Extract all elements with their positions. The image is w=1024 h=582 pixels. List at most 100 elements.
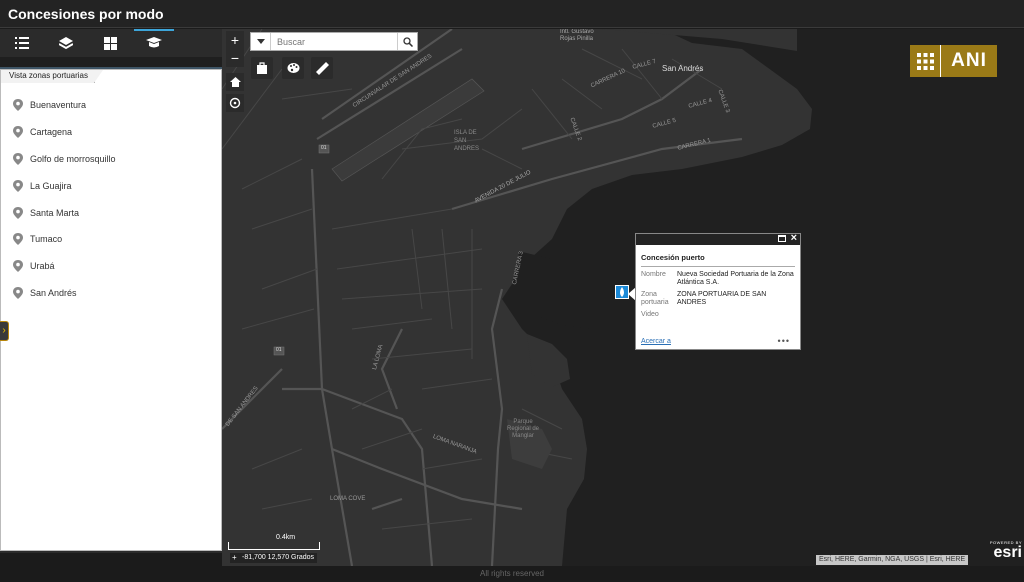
list-item-label: Santa Marta [30, 207, 80, 218]
list-item[interactable]: Santa Marta [1, 199, 221, 226]
map-attribution: Esri, HERE, Garmin, NGA, USGS | Esri, HE… [816, 555, 969, 565]
map-pin-icon [13, 206, 23, 219]
drop-icon [620, 287, 624, 297]
list-item[interactable]: Tumaco [1, 226, 221, 253]
home-button[interactable] [226, 73, 244, 91]
map-label-isla: ISLA DE SAN ANDRES [454, 130, 480, 152]
expand-handle[interactable]: › [0, 321, 9, 341]
route-shield-label: 01 [276, 347, 282, 353]
popup-header: × [636, 232, 800, 245]
popup-field-key: Zona portuaria [641, 291, 669, 306]
map-pin-icon [13, 179, 23, 192]
popup-fields: Nombre Nueva Sociedad Portuaria de la Zon… [636, 271, 800, 319]
search-widget [250, 32, 418, 51]
search-icon [402, 36, 413, 47]
list-item-label: Cartagena [30, 127, 73, 138]
draw-button[interactable] [282, 57, 304, 79]
map-view[interactable]: San Andrés Intl. Gustavo Rojas Pinilla I… [222, 29, 1024, 566]
scalebar [228, 542, 320, 550]
map-label-san-andres: San Andrés [662, 64, 704, 73]
coordinates-toggle-icon[interactable]: + [232, 553, 237, 562]
tab-legend[interactable] [0, 29, 44, 57]
tab-basemap[interactable] [88, 29, 132, 57]
zoom-in-button[interactable]: + [226, 31, 244, 49]
maximize-icon[interactable] [778, 235, 786, 242]
app-header: Concesiones por modo [0, 0, 1024, 28]
list-icon [15, 37, 29, 49]
map-pin-icon [13, 260, 23, 273]
palette-icon [287, 63, 299, 73]
zone-list: Buenaventura Cartagena Golfo de morrosquil… [1, 92, 221, 306]
esri-logo: POWERED BY esri [982, 540, 1022, 564]
ani-logo-text: ANI [941, 45, 997, 77]
list-item[interactable]: San Andrés [1, 280, 221, 307]
measure-button[interactable] [311, 57, 333, 79]
grid-icon [103, 36, 117, 50]
graduation-cap-icon [146, 37, 162, 48]
search-button[interactable] [397, 33, 417, 50]
list-item[interactable]: Buenaventura [1, 92, 221, 119]
popup-field-value [677, 311, 795, 319]
search-input[interactable] [271, 33, 397, 50]
map-label-loma-cove: LOMA COVE [330, 496, 366, 502]
map-pin-icon [13, 99, 23, 112]
footer-text: All rights reserved [479, 569, 545, 578]
list-item[interactable]: Cartagena [1, 119, 221, 146]
app-title: Concesiones por modo [8, 6, 164, 22]
tab-strip [0, 57, 222, 69]
list-item[interactable]: Golfo de morrosquillo [1, 146, 221, 173]
list-item-label: San Andrés [30, 287, 77, 298]
popup-field-value: ZONA PORTUARIA DE SAN ANDRES [677, 291, 767, 306]
list-item-label: La Guajira [30, 180, 72, 191]
more-options-button[interactable]: ••• [778, 336, 790, 346]
tab-bookmarks[interactable] [132, 29, 176, 57]
popup-field-key: Nombre [641, 271, 666, 278]
grid-icon [916, 52, 934, 70]
list-item[interactable]: La Guajira [1, 172, 221, 199]
map-pin-icon [13, 152, 23, 165]
panel-tab[interactable]: Vista zonas portuarias [1, 70, 104, 83]
zoom-out-button[interactable]: − [226, 49, 244, 67]
locate-icon [229, 97, 241, 109]
coordinates-readout[interactable]: + -81,700 12,570 Grados [230, 553, 317, 563]
list-item-label: Golfo de morrosquillo [30, 153, 116, 164]
popup-field-key: Video [641, 311, 659, 318]
tab-layers[interactable] [44, 29, 88, 57]
list-item-label: Tumaco [30, 234, 63, 245]
port-marker[interactable] [615, 285, 629, 299]
scale-label: 0.4km [276, 534, 296, 541]
popup-title: Concesión puerto [641, 253, 795, 267]
map-pin-icon [13, 286, 23, 299]
popup-field-row: Video [641, 311, 795, 319]
close-icon[interactable]: × [791, 232, 797, 244]
ruler-icon [315, 61, 329, 75]
map-label-airport: Intl. Gustavo Rojas Pinilla [560, 29, 594, 42]
popup-field-row: Zona portuaria ZONA PORTUARIA DE SAN ANDR… [641, 291, 795, 307]
bookmark-panel: Vista zonas portuarias Buenaventura Carta… [0, 69, 222, 551]
app-root: Concesiones por modo Vista zonas portuar… [0, 0, 1024, 582]
popup-field-row: Nombre Nueva Sociedad Portuaria de la Zon… [641, 271, 795, 287]
map-pin-icon [13, 233, 23, 246]
locate-button[interactable] [226, 94, 244, 112]
popup-field-value: Nueva Sociedad Portuaria de la Zona Atlá… [677, 271, 794, 286]
ani-logo: ANI [910, 45, 997, 77]
map-label-park: Parque Regional de Manglar [506, 419, 540, 439]
list-item-label: Buenaventura [30, 100, 87, 111]
page-footer: All rights reserved [0, 566, 1024, 582]
print-button[interactable] [251, 57, 273, 79]
route-shield-label: 01 [321, 145, 327, 151]
layers-icon [59, 36, 73, 49]
info-popup: × Concesión puerto Nombre Nueva Sociedad … [635, 232, 801, 350]
sidebar: Vista zonas portuarias Buenaventura Carta… [0, 29, 222, 553]
esri-wordmark: esri [993, 544, 1022, 561]
coordinates-text: -81,700 12,570 Grados [242, 554, 314, 561]
sidebar-tabs [0, 29, 222, 57]
home-icon [229, 77, 241, 87]
chevron-down-icon [256, 39, 265, 44]
zoom-to-link[interactable]: Acercar a [641, 338, 671, 345]
app-grid-icon[interactable] [910, 45, 941, 77]
list-item[interactable]: Urabá [1, 253, 221, 280]
search-source-dropdown[interactable] [251, 33, 271, 50]
map-pin-icon [13, 126, 23, 139]
bag-icon [257, 62, 267, 74]
